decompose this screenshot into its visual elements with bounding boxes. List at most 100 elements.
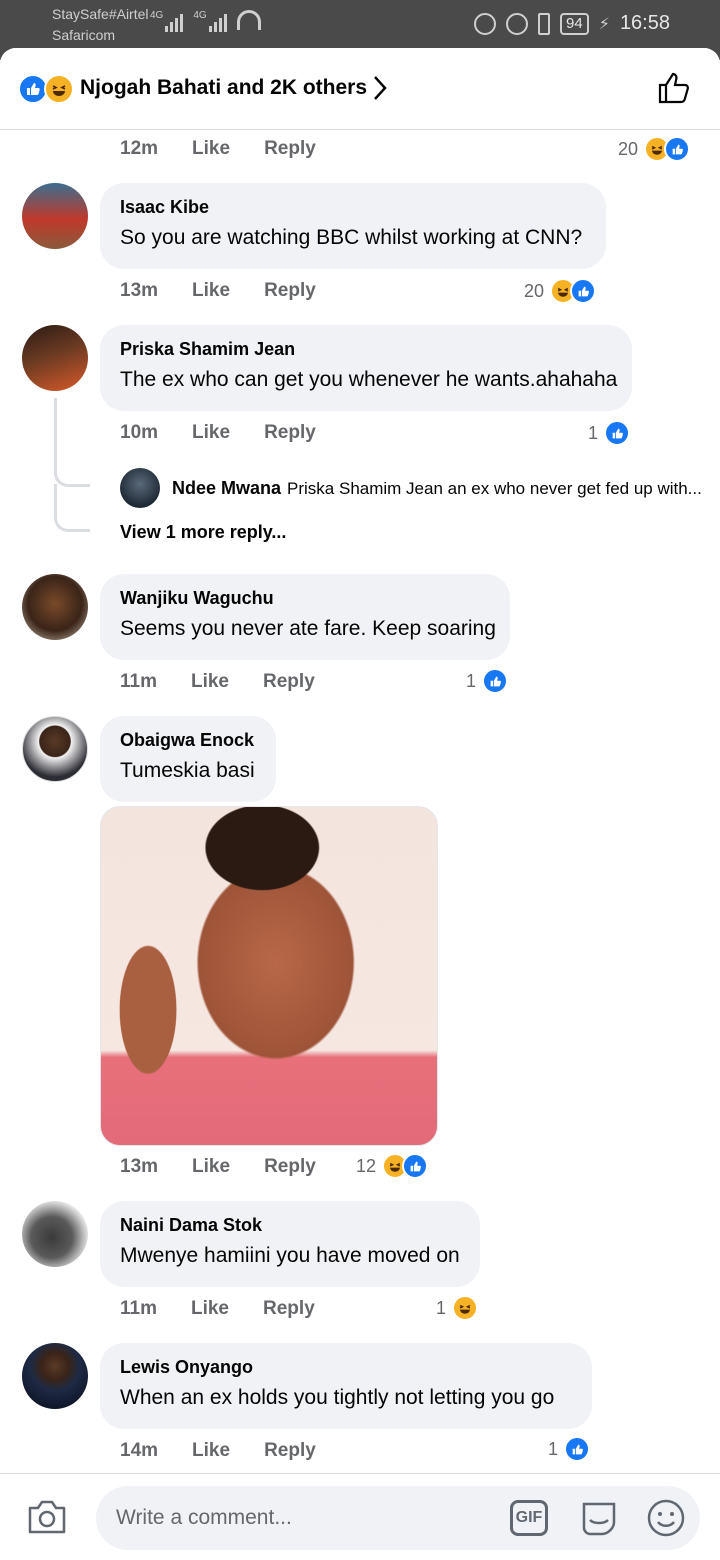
reply-link[interactable]: Reply xyxy=(264,1440,316,1462)
like-link[interactable]: Like xyxy=(191,1298,229,1320)
eye-comfort-icon xyxy=(506,12,529,35)
comment-photo[interactable] xyxy=(100,806,438,1146)
comment-reactions[interactable]: 20 xyxy=(524,278,597,304)
reaction-count: 20 xyxy=(618,138,639,159)
comment-reactions[interactable]: 1 xyxy=(436,1295,479,1321)
thread-line xyxy=(54,453,90,487)
reply-author[interactable]: Ndee Mwana xyxy=(172,478,281,498)
avatar[interactable] xyxy=(120,468,160,508)
battery-indicator: 94 xyxy=(560,12,589,35)
avatar[interactable] xyxy=(22,1201,88,1267)
reaction-count: 1 xyxy=(548,1438,559,1459)
like-link[interactable]: Like xyxy=(192,1156,230,1178)
reaction-count: 12 xyxy=(356,1155,377,1176)
comment-meta: 11m Like Reply xyxy=(120,671,315,693)
camera-icon[interactable] xyxy=(26,1498,68,1536)
comment-text: Seems you never ate fare. Keep soaring xyxy=(120,617,496,640)
avatar[interactable] xyxy=(22,1343,88,1409)
data-saver-icon xyxy=(474,12,497,35)
signal-icon: 4G xyxy=(150,10,184,32)
comment-author[interactable]: Wanjiku Waguchu xyxy=(120,588,490,609)
comment-bubble[interactable]: Obaigwa Enock Tumeskia basi xyxy=(100,716,276,802)
comment-input-placeholder: Write a comment... xyxy=(116,1506,292,1529)
like-reaction-icon xyxy=(564,1436,591,1462)
thread-line xyxy=(54,398,57,458)
comment-author[interactable]: Isaac Kibe xyxy=(120,197,586,218)
comment-author[interactable]: Obaigwa Enock xyxy=(120,730,256,751)
comment-time: 12m xyxy=(120,138,159,159)
reply-link[interactable]: Reply xyxy=(264,280,316,302)
reactions-summary: Njogah Bahati and 2K others xyxy=(80,76,368,99)
comment-text: When an ex holds you tightly not letting… xyxy=(120,1386,555,1409)
comment-bubble[interactable]: Isaac Kibe So you are watching BBC whils… xyxy=(100,183,606,269)
comment-reactions[interactable]: 1 xyxy=(588,420,631,446)
avatar[interactable] xyxy=(22,183,88,249)
comment-time: 13m xyxy=(120,280,159,301)
comment-bubble[interactable]: Priska Shamim Jean The ex who can get yo… xyxy=(100,325,632,411)
comment-bubble[interactable]: Lewis Onyango When an ex holds you tight… xyxy=(100,1343,592,1429)
comment-reactions[interactable]: 1 xyxy=(548,1436,591,1462)
carrier-top: StaySafe#Airtel xyxy=(52,6,149,22)
comment-reactions[interactable]: 12 xyxy=(356,1153,429,1179)
comment-time: 13m xyxy=(120,1156,159,1177)
like-link[interactable]: Like xyxy=(192,1440,230,1462)
charging-icon: ⚡ xyxy=(598,15,610,33)
like-link[interactable]: Like xyxy=(191,671,229,693)
like-link[interactable]: Like xyxy=(192,138,230,160)
comment-time: 14m xyxy=(120,1440,159,1461)
comment-bubble[interactable]: Naini Dama Stok Mwenye hamiini you have … xyxy=(100,1201,480,1287)
like-link[interactable]: Like xyxy=(192,280,230,302)
reaction-count: 20 xyxy=(524,280,545,301)
signal-icon: 4G xyxy=(193,10,227,32)
reaction-count: 1 xyxy=(466,670,477,691)
sticker-icon[interactable] xyxy=(578,1498,620,1538)
comment-bubble[interactable]: Wanjiku Waguchu Seems you never ate fare… xyxy=(100,574,510,660)
comment-author[interactable]: Naini Dama Stok xyxy=(120,1215,460,1236)
network-type: 4G xyxy=(150,10,164,21)
reply-link[interactable]: Reply xyxy=(263,1298,315,1320)
clock: 16:58 xyxy=(619,12,670,34)
comment-author[interactable]: Lewis Onyango xyxy=(120,1357,572,1378)
comment-text: The ex who can get you whenever he wants… xyxy=(120,368,618,391)
reaction-count: 1 xyxy=(588,422,599,443)
comment-time: 11m xyxy=(120,1298,157,1319)
wifi-icon xyxy=(236,10,261,30)
reaction-icons xyxy=(18,74,74,104)
chevron-right-icon xyxy=(374,76,387,100)
reply-text: Priska Shamim Jean an ex who never get f… xyxy=(287,479,702,498)
reply-link[interactable]: Reply xyxy=(263,671,315,693)
comment-reactions[interactable]: 1 xyxy=(466,668,509,694)
avatar[interactable] xyxy=(22,574,88,640)
gif-button[interactable]: GIF xyxy=(510,1500,548,1536)
like-reaction-icon xyxy=(482,668,509,694)
like-reaction-icon xyxy=(570,278,597,304)
like-reaction-icon xyxy=(604,420,631,446)
comment-author[interactable]: Priska Shamim Jean xyxy=(120,339,612,360)
status-right: 94 ⚡ 16:58 xyxy=(474,12,670,35)
reply-preview[interactable]: Ndee Mwana Priska Shamim Jean an ex who n… xyxy=(172,478,702,499)
comment-meta: 12m Like Reply xyxy=(120,138,316,160)
like-link[interactable]: Like xyxy=(192,422,230,444)
reply-link[interactable]: Reply xyxy=(264,422,316,444)
comment-reactions[interactable]: 20 xyxy=(618,136,691,162)
thread-line xyxy=(54,484,90,532)
haha-reaction-icon xyxy=(44,74,74,104)
signal-indicators: 4G 4G xyxy=(150,10,261,32)
reaction-count: 1 xyxy=(436,1297,447,1318)
view-more-replies-link[interactable]: View 1 more reply... xyxy=(120,522,286,543)
comment-meta: 14m Like Reply xyxy=(120,1440,316,1462)
comment-meta: 13m Like Reply xyxy=(120,1156,316,1178)
network-type: 4G xyxy=(193,10,207,21)
like-reaction-icon xyxy=(402,1153,429,1179)
carrier-bottom: Safaricom xyxy=(52,27,116,43)
avatar[interactable] xyxy=(22,325,88,391)
comment-input[interactable]: Write a comment... GIF xyxy=(96,1486,700,1550)
reactions-header[interactable]: Njogah Bahati and 2K others xyxy=(0,48,720,130)
comment-meta: 13m Like Reply xyxy=(120,280,316,302)
emoji-icon[interactable] xyxy=(646,1498,686,1538)
comment-text: Mwenye hamiini you have moved on xyxy=(120,1244,460,1267)
like-post-icon[interactable] xyxy=(656,70,692,106)
reply-link[interactable]: Reply xyxy=(264,1156,316,1178)
avatar[interactable] xyxy=(22,716,88,782)
reply-link[interactable]: Reply xyxy=(264,138,316,160)
